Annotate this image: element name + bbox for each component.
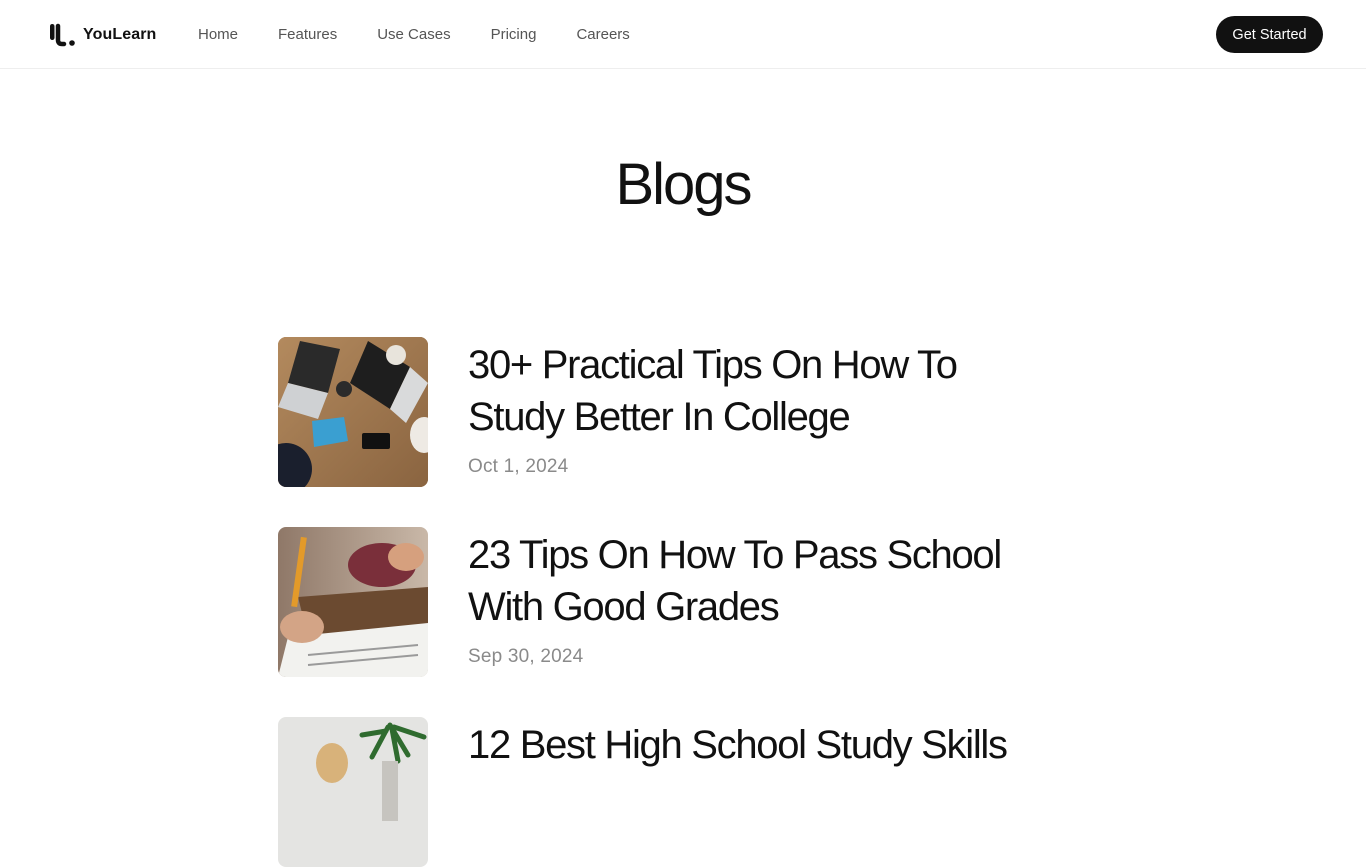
post-thumbnail[interactable] — [278, 337, 428, 487]
post-date: Sep 30, 2024 — [468, 646, 584, 667]
post-thumbnail[interactable] — [278, 527, 428, 677]
youlearn-logo[interactable]: YouLearn — [48, 22, 156, 48]
get-started-button[interactable]: Get Started — [1216, 16, 1323, 53]
post-title[interactable]: 23 Tips On How To Pass School With Good … — [468, 529, 1048, 633]
nav-features[interactable]: Features — [278, 26, 337, 43]
nav-home[interactable]: Home — [198, 26, 238, 43]
page-title: Blogs — [615, 152, 752, 217]
top-navigation-bar: YouLearn Home Features Use Cases Pricing… — [0, 0, 1366, 69]
post-title[interactable]: 30+ Practical Tips On How To Study Bette… — [468, 339, 1048, 443]
post-title[interactable]: 12 Best High School Study Skills — [468, 719, 1048, 771]
blog-post-card[interactable]: 30+ Practical Tips On How To Study Bette… — [278, 337, 1078, 487]
youlearn-logo-icon — [50, 23, 75, 47]
post-thumbnail[interactable] — [278, 717, 428, 867]
blog-post-card[interactable]: 12 Best High School Study Skills — [278, 717, 1078, 867]
main-nav: Home Features Use Cases Pricing Careers — [198, 0, 670, 69]
post-date: Oct 1, 2024 — [468, 456, 569, 477]
nav-careers[interactable]: Careers — [576, 26, 629, 43]
brand-name: YouLearn — [83, 26, 157, 43]
nav-use-cases[interactable]: Use Cases — [377, 26, 450, 43]
nav-pricing[interactable]: Pricing — [491, 26, 537, 43]
blog-post-card[interactable]: 23 Tips On How To Pass School With Good … — [278, 527, 1078, 677]
